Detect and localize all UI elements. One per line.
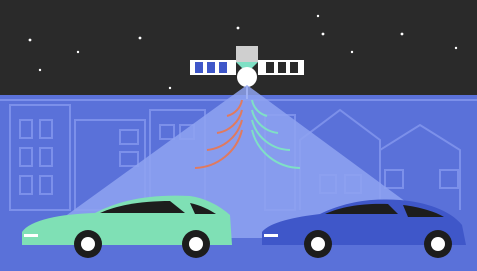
road xyxy=(0,250,477,271)
illustration xyxy=(0,0,477,271)
